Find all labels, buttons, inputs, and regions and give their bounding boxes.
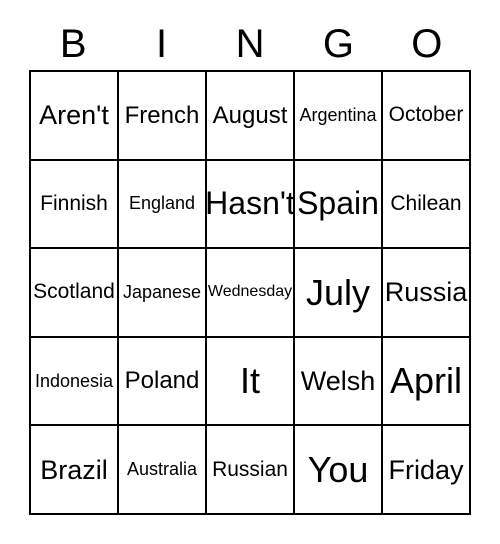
bingo-cell[interactable]: Aren't [31,72,119,161]
bingo-cell[interactable]: Brazil [31,426,119,515]
bingo-cell-label: Australia [126,459,198,480]
bingo-cell[interactable]: French [119,72,207,161]
header-letter-text: N [235,22,265,66]
bingo-card: B I N G O Aren't French August Argentina… [0,0,500,544]
header-letter-text: G [322,22,354,66]
bingo-cell[interactable]: Argentina [295,72,383,161]
bingo-cell-label: It [239,360,260,402]
bingo-cell-label: Finnish [40,191,108,215]
bingo-cell-label: Wednesday [207,283,293,301]
bingo-cell[interactable]: Poland [119,337,207,427]
bingo-header-letter-b: B [29,18,117,70]
bingo-cell[interactable]: Chilean [383,160,471,250]
bingo-header-letter-g: G [294,18,382,70]
bingo-row: Indonesia Poland It Welsh April [31,337,471,427]
bingo-cell[interactable]: Hasn't [207,160,295,250]
bingo-cell[interactable]: You [295,426,383,515]
bingo-cell[interactable]: Australia [119,426,207,515]
bingo-cell[interactable]: Wednesday [207,249,295,338]
bingo-header-letter-n: N [206,18,294,70]
bingo-cell-label: July [305,271,371,313]
bingo-row: Finnish England Hasn't Spain Chilean [31,160,471,250]
bingo-cell-label: Hasn't [207,185,295,222]
bingo-cell[interactable]: Japanese [119,249,207,338]
bingo-cell-label: Japanese [122,282,202,303]
bingo-row: Scotland Japanese Wednesday July Russia [31,249,471,338]
bingo-cell[interactable]: Scotland [31,249,119,338]
bingo-cell[interactable]: Finnish [31,160,119,250]
bingo-row: Brazil Australia Russian You Friday [31,426,471,515]
bingo-header-letter-i: I [117,18,205,70]
bingo-cell-label: Chilean [390,191,462,215]
bingo-cell[interactable]: October [383,72,471,161]
bingo-cell[interactable]: England [119,160,207,250]
bingo-cell[interactable]: August [207,72,295,161]
bingo-cell-label: Scotland [33,280,115,304]
bingo-cell[interactable]: April [383,337,471,427]
bingo-cell[interactable]: Friday [383,426,471,515]
header-letter-text: I [156,22,168,66]
bingo-header-letter-o: O [383,18,471,70]
bingo-cell-label: Brazil [40,454,108,485]
bingo-cell[interactable]: Spain [295,160,383,250]
bingo-cell-label: Argentina [299,104,377,125]
bingo-header-row: B I N G O [29,18,471,70]
bingo-cell-label: England [128,193,196,214]
bingo-cell-label: August [212,101,288,129]
bingo-cell-label: Welsh [300,365,376,396]
bingo-cell-label: Friday [388,454,464,485]
bingo-cell-label: October [388,103,464,127]
bingo-cell[interactable]: Welsh [295,337,383,427]
bingo-cell-label: Russia [384,277,468,308]
bingo-cell-label: Indonesia [34,370,114,391]
bingo-cell-label: Spain [297,185,379,222]
bingo-cell-label: April [389,360,463,402]
bingo-cell[interactable]: Indonesia [31,337,119,427]
header-letter-text: B [59,22,87,66]
bingo-cell-label: You [307,448,369,490]
bingo-cell-label: Poland [124,367,200,395]
bingo-grid: Aren't French August Argentina October F… [29,70,471,515]
bingo-cell-label: French [124,101,200,129]
bingo-cell[interactable]: It [207,337,295,427]
bingo-cell-label: Russian [212,457,288,481]
bingo-cell-label: Aren't [39,100,109,131]
bingo-cell[interactable]: July [295,249,383,338]
bingo-row: Aren't French August Argentina October [31,72,471,161]
header-letter-text: O [411,22,443,66]
bingo-cell[interactable]: Russia [383,249,471,338]
bingo-cell[interactable]: Russian [207,426,295,515]
